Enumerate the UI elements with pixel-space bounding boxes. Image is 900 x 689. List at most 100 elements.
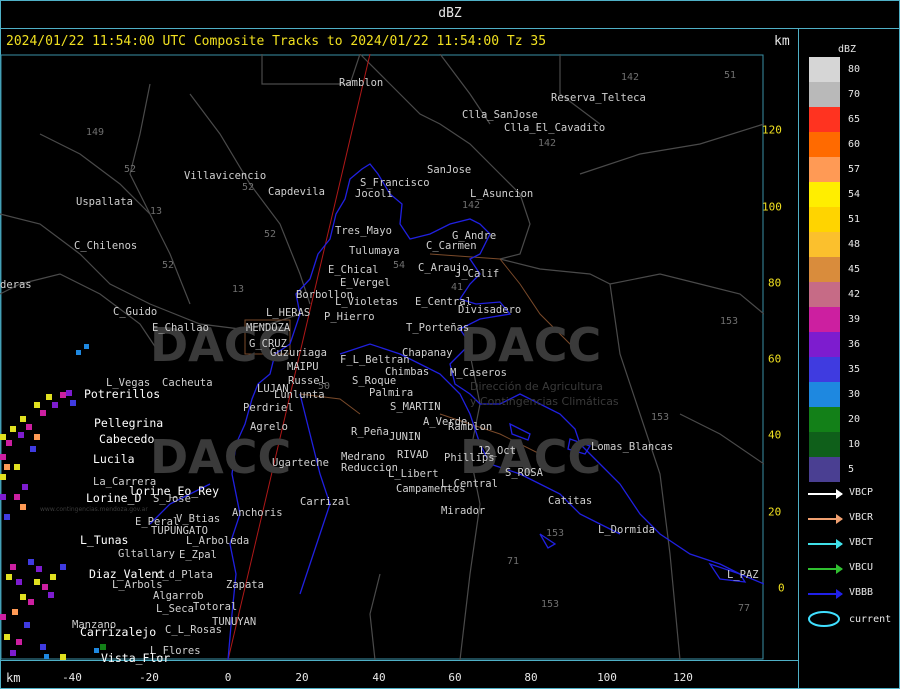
legend-swatch: [809, 307, 840, 332]
place-label: Gltallary: [118, 548, 175, 560]
legend-swatch: [809, 432, 840, 457]
place-label: Palmira: [369, 387, 414, 399]
legend-track-label: VBCU: [849, 562, 874, 573]
place-label: E_Chical: [328, 264, 379, 276]
route-number: 52: [162, 260, 175, 271]
place-label: SanJose: [427, 164, 472, 176]
y-tick-label: 20: [768, 505, 782, 519]
place-label: Chapanay: [402, 347, 453, 359]
legend-track-arrow-icon: [836, 564, 843, 574]
place-label: L_HERAS: [266, 307, 311, 319]
route-number: 142: [538, 138, 557, 149]
legend-value-label: 48: [848, 239, 861, 250]
legend-value-label: 54: [848, 189, 861, 200]
place-label: S_Roque: [352, 375, 397, 387]
route-number: 153: [651, 412, 670, 423]
place-label: J_Calif: [455, 268, 500, 280]
window-title: dBZ: [438, 6, 462, 21]
legend-swatch: [809, 57, 840, 82]
place-label: L_Violetas: [335, 296, 399, 308]
place-label: Phillips: [444, 452, 495, 464]
place-label: Clla_SanJose: [462, 109, 538, 121]
place-label: Ugarteche: [272, 457, 329, 469]
route-number: 52: [264, 229, 277, 240]
legend-swatch: [809, 132, 840, 157]
route-number: 153: [541, 599, 560, 610]
place-label: M_Caseros: [450, 367, 507, 379]
place-label: JUNIN: [389, 431, 421, 443]
place-label: C_Carmen: [426, 240, 477, 252]
place-label: T_Porteñas: [406, 322, 470, 334]
place-label: Potrerillos: [84, 387, 161, 401]
x-tick-label: -20: [139, 671, 159, 684]
map-title: 2024/01/22 11:54:00 UTC Composite Tracks…: [6, 34, 547, 49]
place-label: V_Btias: [176, 513, 221, 525]
place-label: Tres_Mayo: [335, 225, 392, 237]
x-tick-label: 120: [673, 671, 693, 684]
x-tick-label: 40: [372, 671, 386, 684]
place-label: L_Arboleda: [186, 535, 250, 547]
legend-value-label: 80: [848, 64, 861, 75]
place-label: E_Vergel: [340, 277, 391, 289]
x-tick-label: 0: [224, 671, 232, 684]
legend-track-arrow-icon: [836, 489, 843, 499]
y-tick-label: 60: [768, 352, 782, 366]
place-label: Agrelo: [250, 421, 288, 433]
legend-value-label: 10: [848, 439, 861, 450]
place-label: Lomas_Blancas: [591, 441, 674, 453]
place-label: L_Asuncion: [470, 188, 534, 200]
place-label: L_Dormida: [598, 524, 655, 536]
legend-swatch: [809, 457, 840, 482]
place-label: S_MARTIN: [390, 401, 441, 413]
legend-swatch: [809, 157, 840, 182]
place-label: Perdriel: [243, 402, 294, 414]
place-label: RIVAD: [397, 449, 429, 461]
place-label: L_PAZ: [727, 569, 759, 581]
place-label: Jocoli: [355, 188, 393, 200]
y-axis-unit: km: [774, 34, 790, 49]
place-label: Capdevila: [268, 186, 325, 198]
legend-swatch: [809, 382, 840, 407]
place-label: Totoral: [193, 601, 238, 613]
legend-swatch: [809, 357, 840, 382]
place-label: Carrizal: [300, 496, 351, 508]
watermark-logo-lower: DACC: [150, 430, 292, 484]
legend-value-label: 5: [848, 464, 855, 475]
place-label: S_ROSA: [505, 467, 543, 479]
y-tick-label: 80: [768, 276, 782, 290]
place-label: Pellegrina: [94, 416, 164, 430]
place-label: Lucila: [93, 452, 135, 466]
place-label: Divisadero: [458, 304, 522, 316]
legend-swatch: [809, 82, 840, 107]
place-label: c_d_Plata: [156, 569, 213, 581]
place-label: Campamentos: [396, 483, 466, 495]
place-label: MENDOZA: [246, 322, 291, 334]
watermark-line2: y Contingencias Climáticas: [470, 395, 619, 408]
x-tick-label: -40: [62, 671, 82, 684]
x-tick-label: 80: [524, 671, 538, 684]
legend-value-label: 42: [848, 289, 861, 300]
legend-track-label: VBCT: [849, 537, 874, 548]
place-label: Ramblon: [448, 421, 493, 433]
legend-value-label: 60: [848, 139, 861, 150]
legend-swatch: [809, 182, 840, 207]
legend-track-label: VBBB: [849, 587, 874, 598]
route-number: 52: [242, 182, 255, 193]
place-label: Mirador: [441, 505, 486, 517]
place-label: Ramblon: [339, 77, 384, 89]
place-label: Cabecedo: [99, 432, 155, 446]
y-tick-label: 120: [762, 123, 782, 137]
legend-track-label: VBCP: [849, 487, 874, 498]
place-label: Catitas: [548, 495, 593, 507]
place-label: Anchoris: [232, 507, 283, 519]
place-label: L_Seca: [156, 603, 194, 615]
y-tick-label: 0: [778, 581, 785, 595]
route-number: 41: [451, 282, 464, 293]
y-tick-label: 100: [762, 200, 782, 214]
current-ellipse-icon: [808, 611, 840, 627]
legend-swatch: [809, 232, 840, 257]
route-number: 51: [724, 70, 737, 81]
place-label: R_Peña: [351, 426, 389, 438]
x-tick-label: 100: [597, 671, 617, 684]
legend-track-arrow-icon: [836, 539, 843, 549]
